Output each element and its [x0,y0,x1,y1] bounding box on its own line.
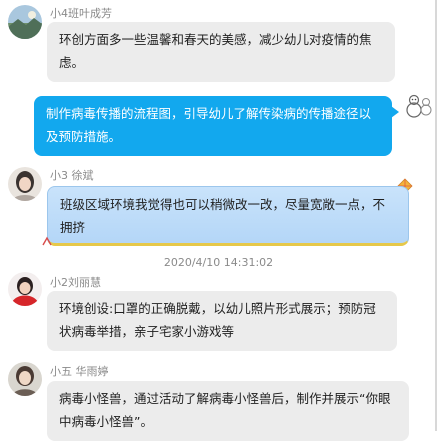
ribbon-icon [42,236,52,246]
bubble-tail [391,106,399,118]
snowman-doodle-icon [406,94,432,118]
avatar[interactable] [8,272,42,306]
avatar[interactable] [8,167,42,201]
avatar-child-red-icon [8,272,42,306]
sender-name: 小4班叶成芳 [50,7,112,20]
message-bubble[interactable]: 班级区域环境我觉得也可以稍微改一改，尽量宽敞一点，不拥挤 [47,186,409,246]
sender-name: 小2刘丽慧 [50,276,101,289]
message-bubble[interactable]: 环境创设:口罩的正确脱戴，以幼儿照片形式展示；预防冠状病毒举措，亲子宅家小游戏等 [47,291,397,351]
sender-name: 小五 华雨婷 [50,365,109,378]
sender-name: 小3 徐斌 [50,169,94,182]
avatar-portrait-icon [8,167,42,201]
message-bubble[interactable]: 病毒小怪兽，通过活动了解病毒小怪兽后，制作并展示“你眼中病毒小怪兽”。 [47,381,409,441]
avatar-portrait-icon [8,362,42,396]
message-bubble-self[interactable]: 制作病毒传播的流程图，引导幼儿了解传染病的传播途径以及预防措施。 [34,96,392,156]
timestamp: 2020/4/10 14:31:02 [163,256,274,269]
avatar[interactable] [8,5,42,39]
avatar-landscape-icon [8,5,42,39]
message-bubble[interactable]: 环创方面多一些温馨和春天的美感，减少幼儿对疫情的焦虑。 [47,22,395,82]
chat-window: 小4班叶成芳 环创方面多一些温馨和春天的美感，减少幼儿对疫情的焦虑。 制作病毒传… [0,0,437,441]
avatar[interactable] [8,362,42,396]
